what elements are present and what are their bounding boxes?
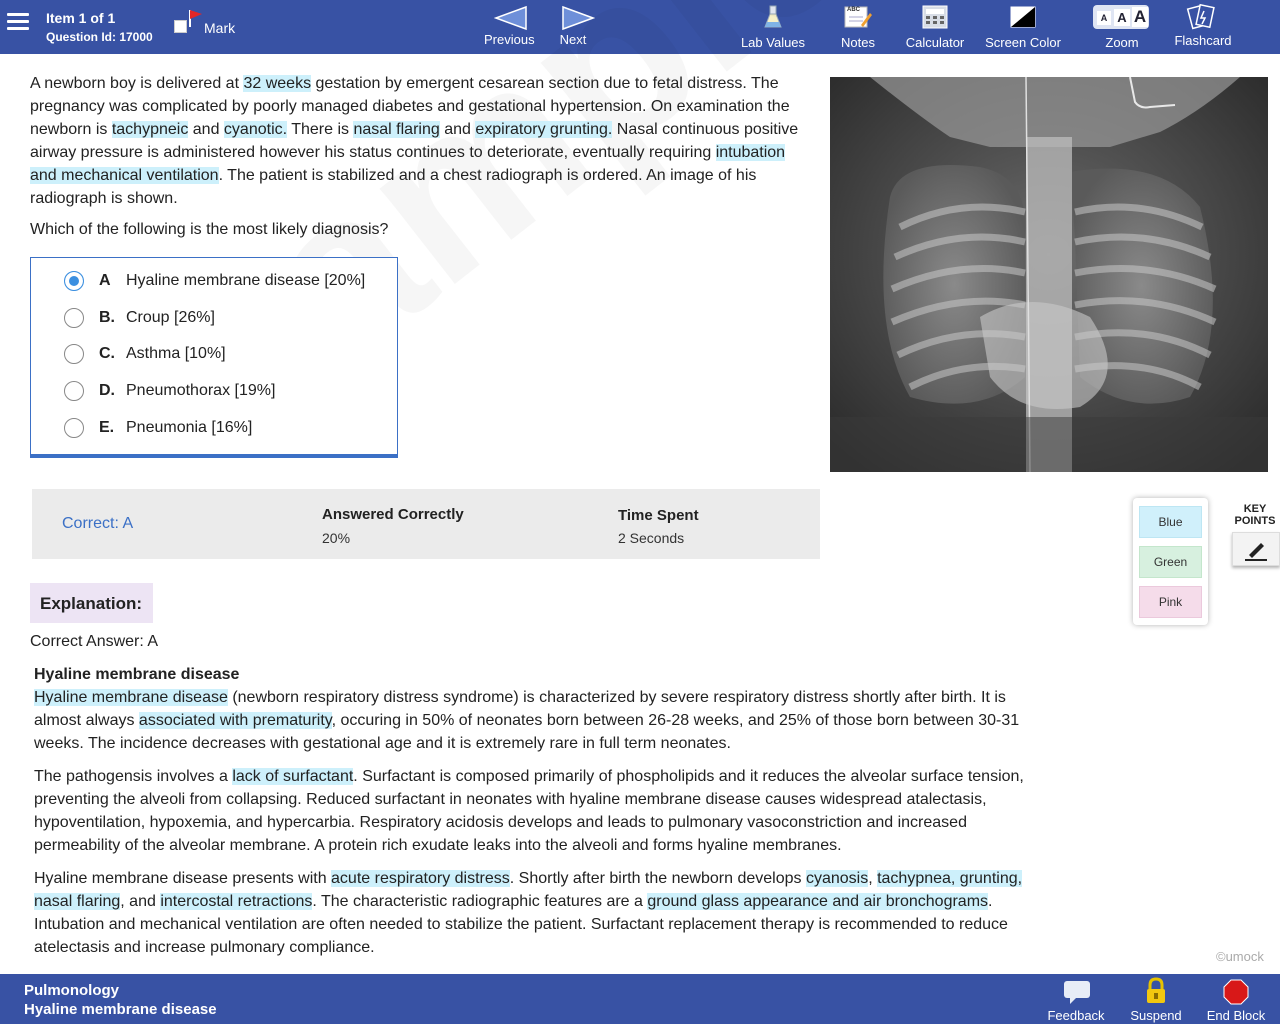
- radio-icon[interactable]: [64, 344, 84, 364]
- flashcard-label: Flashcard: [1174, 33, 1232, 48]
- highlight: nasal flaring: [353, 121, 440, 138]
- pen-icon: [1245, 543, 1267, 561]
- explanation-tab[interactable]: Explanation:: [30, 583, 153, 623]
- radio-icon[interactable]: [64, 308, 84, 328]
- question-id: Question Id: 17000: [46, 30, 153, 44]
- radio-selected-icon[interactable]: [64, 271, 84, 291]
- highlight: lack of surfactant: [232, 768, 354, 785]
- category-label: Pulmonology: [24, 982, 119, 999]
- stop-sign-icon: [1223, 979, 1249, 1005]
- copyright-text: ©umock: [1216, 949, 1264, 964]
- flashcard-icon: [1186, 3, 1215, 30]
- answered-correctly-value: 20%: [322, 530, 351, 546]
- highlight: associated with prematurity: [138, 712, 332, 729]
- end-block-button[interactable]: End Block: [1200, 976, 1272, 1023]
- feedback-label: Feedback: [1047, 1008, 1105, 1023]
- question-text: Which of the following is the most likel…: [30, 221, 389, 238]
- highlight: ground glass appearance and air bronchog…: [647, 893, 989, 910]
- explanation-paragraph: The pathogensis involves a lack of surfa…: [34, 768, 1024, 854]
- bottom-toolbar: Pulmonology Hyaline membrane disease Fee…: [0, 974, 1280, 1024]
- lock-icon: [1147, 977, 1165, 1003]
- suspend-button[interactable]: Suspend: [1126, 976, 1186, 1023]
- highlight: cyanosis: [805, 870, 869, 887]
- key-points-button[interactable]: [1232, 532, 1280, 566]
- answer-choices: A Hyaline membrane disease [20%] B. Crou…: [30, 257, 398, 458]
- mark-checkbox[interactable]: [174, 20, 187, 33]
- chest-radiograph-image[interactable]: [830, 77, 1268, 472]
- highlight: 32 weeks: [243, 75, 312, 92]
- screen-color-button[interactable]: Screen Color: [982, 3, 1064, 51]
- topic-label: Hyaline membrane disease: [24, 1001, 217, 1018]
- zoom-button[interactable]: A A A Zoom: [1092, 3, 1152, 51]
- highlight-pink-button[interactable]: Pink: [1139, 586, 1202, 618]
- flag-icon[interactable]: [187, 8, 205, 28]
- highlight: intercostal retractions: [160, 893, 313, 910]
- radio-icon[interactable]: [64, 418, 84, 438]
- highlighter-panel: Blue Green Pink: [1133, 498, 1208, 625]
- feedback-button[interactable]: Feedback: [1040, 976, 1112, 1023]
- calculator-label: Calculator: [905, 35, 965, 50]
- calculator-icon: [922, 5, 948, 29]
- screen-color-icon: [1010, 6, 1036, 28]
- question-stem: A newborn boy is delivered at 32 weeks g…: [30, 75, 799, 207]
- answered-correctly-title: Answered Correctly: [322, 506, 464, 523]
- explanation-paragraph: Hyaline membrane disease presents with a…: [34, 870, 1023, 956]
- suspend-label: Suspend: [1130, 1008, 1182, 1023]
- zoom-icon: A A A: [1093, 5, 1149, 29]
- screen-color-label: Screen Color: [985, 35, 1061, 50]
- result-stats-panel: Correct: A Answered Correctly 20% Time S…: [32, 489, 820, 559]
- speech-bubble-icon: [1064, 981, 1090, 1004]
- calculator-button[interactable]: Calculator: [900, 3, 970, 51]
- highlight: Hyaline membrane disease: [34, 689, 228, 706]
- key-points-label: KEY POINTS: [1234, 503, 1276, 527]
- highlight-blue-button[interactable]: Blue: [1139, 506, 1202, 538]
- correct-answer-text: Correct Answer: A: [30, 633, 159, 650]
- xray-graphic: [830, 77, 1268, 472]
- highlight: cyanotic.: [223, 121, 288, 138]
- end-block-label: End Block: [1206, 1008, 1266, 1023]
- explanation-heading: Hyaline membrane disease: [34, 666, 240, 683]
- highlight: tachypneic: [111, 121, 189, 138]
- explanation-paragraph: Hyaline membrane disease (newborn respir…: [34, 689, 1020, 752]
- radio-icon[interactable]: [64, 381, 84, 401]
- item-counter: Item 1 of 1: [46, 10, 116, 26]
- mark-label[interactable]: Mark: [204, 20, 235, 36]
- highlight: expiratory grunting.: [475, 121, 613, 138]
- zoom-label: Zoom: [1105, 35, 1139, 50]
- time-spent-value: 2 Seconds: [618, 530, 685, 546]
- explanation-body: Hyaline membrane disease Hyaline membran…: [34, 663, 1034, 969]
- time-spent-title: Time Spent: [618, 507, 699, 524]
- highlight: acute respiratory distress: [331, 870, 510, 887]
- correct-answer-label: Correct: A: [62, 515, 134, 532]
- flashcard-button[interactable]: Flashcard: [1170, 3, 1236, 51]
- highlight-green-button[interactable]: Green: [1139, 546, 1202, 578]
- menu-icon[interactable]: [7, 13, 29, 31]
